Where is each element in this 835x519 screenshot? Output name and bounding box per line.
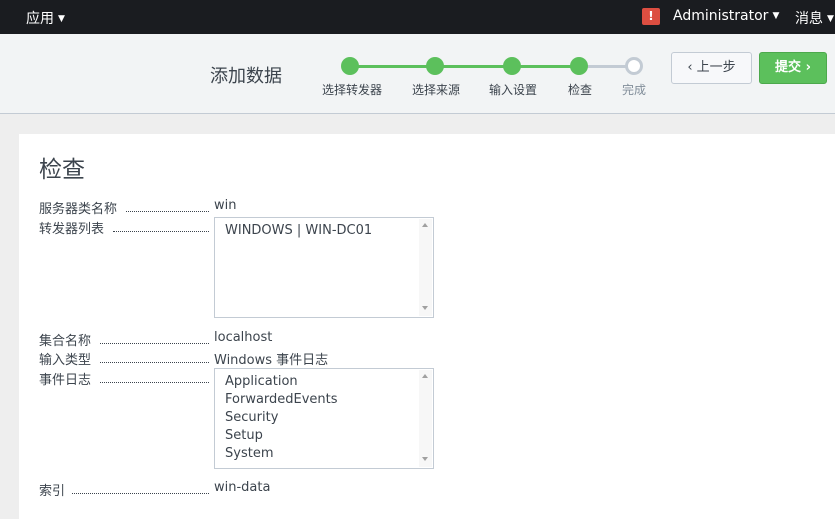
back-button-label: 上一步	[696, 60, 736, 75]
step-label: 完成	[621, 83, 647, 97]
chevron-left-icon: ‹	[687, 60, 693, 75]
list-item[interactable]: ForwardedEvents	[225, 391, 338, 409]
leader-dots	[100, 353, 209, 363]
alert-icon[interactable]: !	[642, 8, 660, 25]
list-item[interactable]: Security	[225, 409, 338, 427]
server-class-value: win	[214, 198, 237, 213]
event-logs-list[interactable]: Application ForwardedEvents Security Setup S…	[214, 368, 434, 469]
step-connector	[512, 65, 579, 68]
messages-menu[interactable]: 消息 ▼	[795, 8, 834, 28]
list-item[interactable]: WINDOWS | WIN-DC01	[225, 222, 372, 240]
review-panel: 检查 服务器类名称 win 转发器列表 WINDOWS | WIN-DC01 集…	[19, 134, 835, 519]
index-label: 索引	[39, 484, 66, 499]
step-connector	[350, 65, 435, 68]
step-dot	[426, 57, 444, 75]
user-menu[interactable]: Administrator ▼	[673, 8, 779, 24]
back-button[interactable]: ‹ 上一步	[671, 52, 752, 84]
apps-menu-label: 应用	[26, 11, 54, 27]
section-heading: 检查	[39, 157, 85, 183]
step-label: 选择来源	[411, 83, 461, 97]
step-label: 检查	[567, 83, 593, 97]
chevron-right-icon: ›	[805, 60, 811, 75]
step-label: 选择转发器	[321, 83, 383, 97]
event-logs-list-items: Application ForwardedEvents Security Setup S…	[225, 373, 338, 463]
apps-menu[interactable]: 应用 ▼	[26, 8, 65, 28]
step-dot	[503, 57, 521, 75]
list-item[interactable]: Setup	[225, 427, 338, 445]
leader-dots	[100, 373, 209, 383]
event-logs-label: 事件日志	[39, 373, 92, 388]
step-label: 输入设置	[488, 83, 538, 97]
step-dot	[625, 57, 643, 75]
leader-dots	[72, 484, 209, 494]
top-navigation-bar: 应用 ▼ ! Administrator ▼ 消息 ▼	[0, 0, 835, 34]
leader-dots	[100, 334, 209, 344]
step-dot	[570, 57, 588, 75]
scrollbar[interactable]	[419, 370, 432, 467]
step-connector	[435, 65, 512, 68]
submit-button-label: 提交	[775, 60, 802, 75]
scroll-up-icon[interactable]	[422, 374, 428, 378]
wizard-header: 添加数据 选择转发器 选择来源 输入设置 检查 完成 ‹ 上一步 提交 ›	[0, 34, 835, 114]
leader-dots	[113, 222, 209, 232]
server-class-label: 服务器类名称	[39, 202, 118, 217]
chevron-down-icon: ▼	[58, 14, 65, 24]
chevron-down-icon: ▼	[772, 11, 780, 21]
forwarders-list[interactable]: WINDOWS | WIN-DC01	[214, 217, 434, 318]
messages-menu-label: 消息	[795, 11, 823, 27]
scroll-up-icon[interactable]	[422, 223, 428, 227]
input-type-value: Windows 事件日志	[214, 353, 329, 368]
index-value: win-data	[214, 480, 271, 495]
list-item[interactable]: Application	[225, 373, 338, 391]
list-item[interactable]: System	[225, 445, 338, 463]
chevron-down-icon: ▼	[827, 14, 834, 24]
scrollbar[interactable]	[419, 219, 432, 316]
submit-button[interactable]: 提交 ›	[759, 52, 827, 84]
step-dot	[341, 57, 359, 75]
forwarders-label: 转发器列表	[39, 222, 105, 237]
scroll-down-icon[interactable]	[422, 457, 428, 461]
leader-dots	[126, 202, 209, 212]
user-menu-label: Administrator	[673, 8, 769, 24]
forwarders-list-items: WINDOWS | WIN-DC01	[225, 222, 372, 240]
scroll-down-icon[interactable]	[422, 306, 428, 310]
collection-value: localhost	[214, 330, 273, 345]
collection-label: 集合名称	[39, 334, 92, 349]
input-type-label: 输入类型	[39, 353, 92, 368]
